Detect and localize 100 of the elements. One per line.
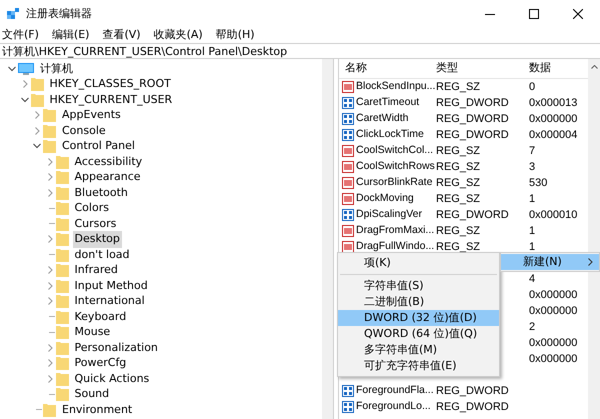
tree-item[interactable]: HKEY_CLASSES_ROOT: [48, 76, 173, 92]
tree-item[interactable]: Sound: [72, 386, 112, 402]
binary-value-icon: [342, 129, 354, 141]
scrollbar[interactable]: [322, 59, 333, 419]
tree-item[interactable]: don't load: [72, 246, 132, 263]
menu-item[interactable]: 二进制值(B): [338, 294, 499, 310]
value-name[interactable]: CoolSwitchRows: [356, 159, 435, 175]
folder-icon: [56, 216, 68, 231]
tree-item[interactable]: Input Method: [72, 278, 150, 294]
tree-item[interactable]: Infrared: [72, 262, 120, 278]
menu-item[interactable]: 字符串值(S): [338, 278, 499, 294]
tree-item[interactable]: Console: [60, 122, 108, 139]
value-name[interactable]: ForegroundFla...: [356, 383, 434, 399]
value-data: 1: [529, 192, 536, 205]
tree-item[interactable]: Colors: [72, 200, 111, 216]
tree-item[interactable]: AppEvents: [60, 107, 123, 124]
folder-icon: [56, 294, 68, 308]
folder-icon: [56, 372, 68, 386]
value-name[interactable]: CaretWidth: [356, 111, 409, 127]
column-header[interactable]: 数据: [527, 60, 589, 77]
scrollbar[interactable]: [588, 59, 600, 419]
menu-item[interactable]: 新建(N): [501, 254, 599, 270]
chevron-right-icon[interactable]: [46, 173, 54, 182]
value-name[interactable]: ForegroundLo...: [356, 399, 431, 415]
tree-item[interactable]: International: [72, 293, 147, 310]
chevron-right-icon[interactable]: [46, 297, 54, 306]
menu-item[interactable]: 多字符串值(M): [338, 342, 499, 358]
folder-icon: [56, 387, 68, 402]
string-value-icon: [342, 145, 354, 157]
chevron-right-icon[interactable]: [46, 359, 54, 368]
tree-item[interactable]: Environment: [60, 402, 134, 418]
value-type: REG_DWORD: [436, 128, 509, 141]
value-data: 0x000000: [529, 304, 578, 317]
value-type: REG_DWORD: [436, 208, 509, 221]
tree-item[interactable]: Cursors: [72, 216, 118, 232]
column-header[interactable]: 名称: [339, 60, 434, 77]
chevron-right-icon[interactable]: [46, 158, 54, 166]
folder-icon: [56, 248, 68, 262]
menu-item[interactable]: 帮助(H): [216, 26, 255, 44]
chevron-right-icon[interactable]: [46, 266, 54, 274]
tree-item[interactable]: Mouse: [72, 324, 112, 340]
value-data: 530: [529, 176, 548, 189]
menu-item[interactable]: 文件(F): [2, 26, 39, 44]
menu-item[interactable]: 编辑(E): [52, 26, 90, 44]
value-name[interactable]: DragFullWindo...: [356, 239, 434, 255]
folder-icon: [56, 170, 68, 184]
chevron-right-icon: [588, 258, 593, 266]
chevron-right-icon[interactable]: [33, 126, 41, 135]
value-name[interactable]: ClickLockTime: [356, 127, 424, 143]
tree-item[interactable]: Personalization: [72, 340, 160, 356]
tree-item[interactable]: Quick Actions: [72, 370, 152, 387]
value-data: 1: [529, 240, 536, 253]
address-bar[interactable]: 计算机\HKEY_CURRENT_USER\Control Panel\Desktop: [0, 43, 600, 59]
chevron-right-icon[interactable]: [46, 282, 54, 290]
registry-icon: [6, 7, 20, 21]
value-data: 0x000000: [529, 336, 578, 349]
menu-item[interactable]: 查看(V): [102, 26, 141, 44]
menu-item[interactable]: DWORD (32 位)值(D): [338, 310, 499, 326]
tree-item[interactable]: HKEY_CURRENT_USER: [48, 92, 174, 108]
value-name[interactable]: DpiScalingVer: [356, 207, 422, 223]
tree-item[interactable]: 计算机: [38, 60, 75, 77]
tree-item[interactable]: Accessibility: [72, 154, 144, 170]
tree-item[interactable]: Keyboard: [72, 308, 128, 325]
string-value-icon: [342, 81, 354, 93]
menu-item[interactable]: QWORD (64 位)值(Q): [338, 326, 499, 342]
chevron-down-icon[interactable]: [8, 64, 16, 73]
tree-item[interactable]: PowerCfg: [72, 355, 128, 372]
tree-item[interactable]: Bluetooth: [72, 184, 130, 201]
value-type: REG_SZ: [436, 80, 480, 93]
menu-item[interactable]: 可扩充字符串值(E): [338, 358, 499, 374]
value-name[interactable]: CoolSwitchCol...: [356, 143, 434, 159]
value-type: REG_SZ: [436, 224, 480, 237]
value-name[interactable]: CaretTimeout: [356, 95, 420, 111]
binary-value-icon: [342, 113, 354, 125]
value-data: 0x000000: [529, 288, 578, 301]
menu-item[interactable]: 项(K): [338, 255, 499, 271]
chevron-right-icon[interactable]: [20, 80, 28, 88]
tree-item[interactable]: Appearance: [72, 169, 143, 186]
folder-icon: [56, 201, 68, 216]
chevron-right-icon[interactable]: [46, 235, 54, 244]
chevron-right-icon[interactable]: [33, 111, 41, 120]
value-type: REG_SZ: [436, 144, 480, 157]
column-header[interactable]: 类型: [434, 60, 527, 77]
folder-icon: [56, 186, 68, 200]
menu-item[interactable]: 收藏夹(A): [154, 26, 203, 44]
chevron-right-icon[interactable]: [46, 188, 54, 197]
tree-item[interactable]: Control Panel: [60, 138, 137, 154]
string-value-icon: [342, 241, 354, 253]
chevron-right-icon[interactable]: [46, 374, 54, 383]
chevron-right-icon[interactable]: [46, 344, 54, 352]
value-name[interactable]: DockMoving: [356, 191, 414, 207]
string-value-icon: [342, 193, 354, 205]
chevron-down-icon[interactable]: [20, 96, 28, 104]
value-name[interactable]: BlockSendInpu...: [356, 79, 436, 95]
value-data: 0: [529, 80, 536, 93]
chevron-down-icon[interactable]: [33, 142, 41, 150]
tree-item[interactable]: Desktop: [72, 231, 122, 248]
value-name[interactable]: DragFromMaxi...: [356, 223, 434, 239]
scroll-up-icon[interactable]: [590, 65, 598, 69]
value-name[interactable]: CursorBlinkRate: [356, 175, 432, 191]
